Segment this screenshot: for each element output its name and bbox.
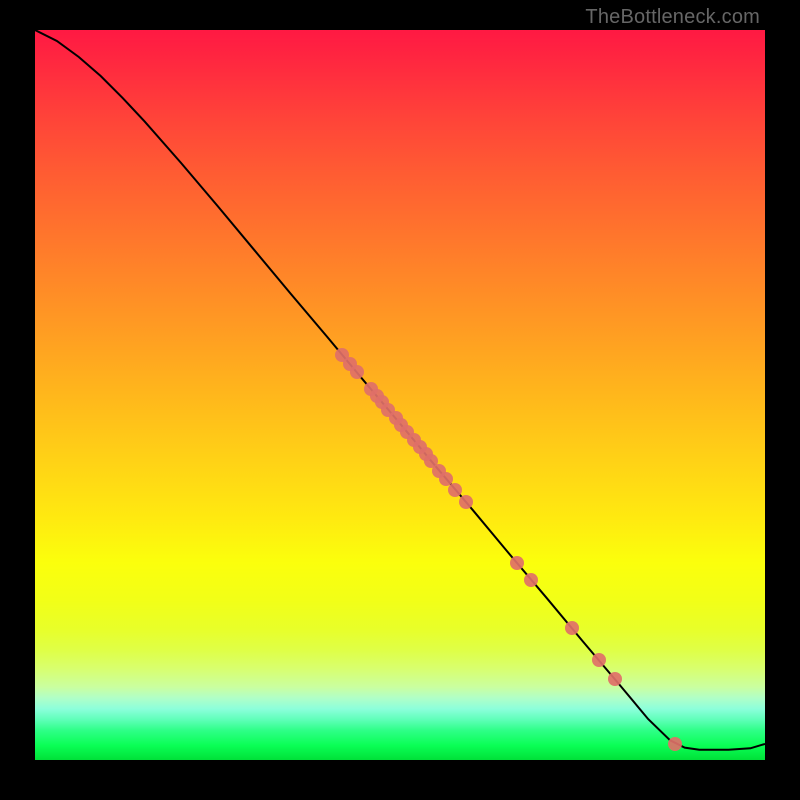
data-point	[668, 737, 682, 751]
data-point	[565, 621, 579, 635]
plot-area	[35, 30, 765, 760]
data-point	[459, 495, 473, 509]
data-point	[608, 672, 622, 686]
watermark-text: TheBottleneck.com	[585, 6, 760, 29]
data-point	[510, 556, 524, 570]
points-layer	[35, 30, 765, 760]
chart-container: TheBottleneck.com	[0, 0, 800, 800]
data-point	[592, 653, 606, 667]
data-point	[524, 573, 538, 587]
data-point	[448, 483, 462, 497]
data-point	[350, 365, 364, 379]
